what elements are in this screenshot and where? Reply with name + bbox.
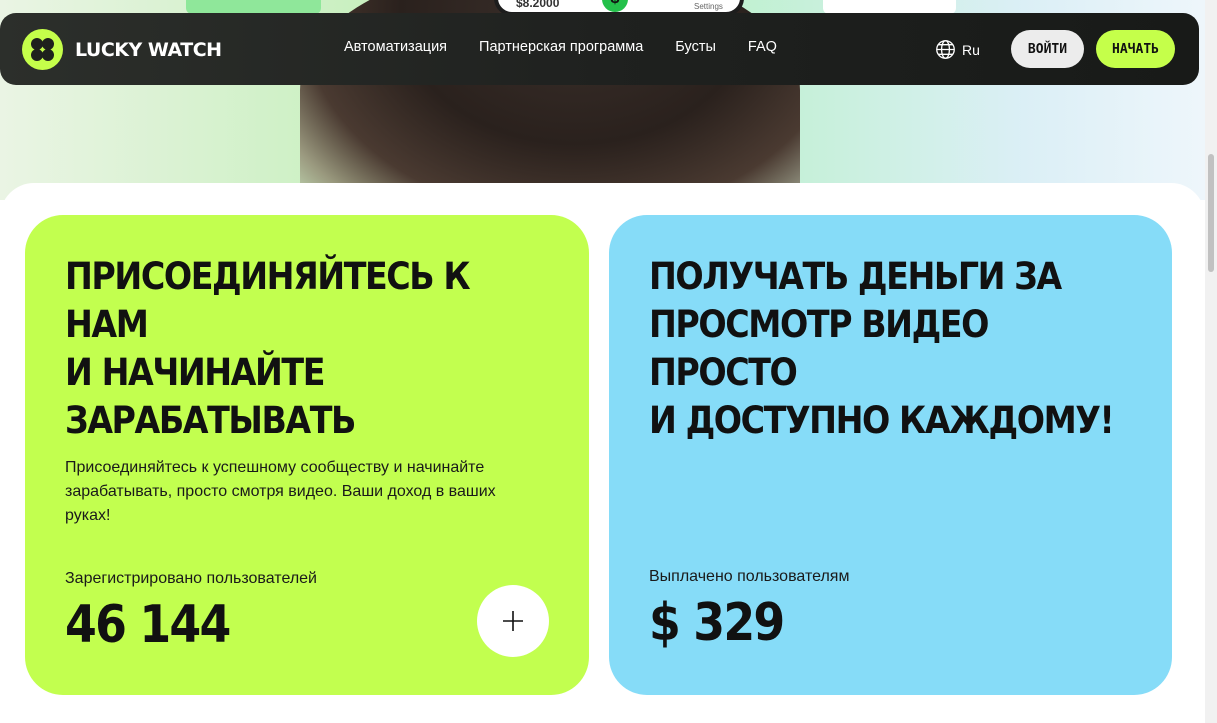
nav-link-automation[interactable]: Автоматизация (344, 39, 447, 55)
registered-users-count: 46 144 (65, 595, 231, 655)
paid-out-amount: $ 329 (649, 593, 785, 653)
title-line: И ДОСТУПНО КАЖДОМУ! (649, 399, 1115, 442)
nav-link-boosts[interactable]: Бусты (675, 39, 716, 55)
join-card-description: Присоединяйтесь к успешному сообществу и… (65, 459, 496, 524)
phone-settings-label: Settings (694, 2, 723, 11)
dollar-coin-icon: $ (602, 0, 628, 12)
phone-balance: $8.2000 (516, 0, 560, 10)
title-line: ПОЛУЧАТЬ ДЕНЬГИ ЗА (649, 255, 1062, 298)
start-button[interactable]: НАЧАТЬ (1096, 30, 1175, 68)
hero-decor-chip (823, 0, 956, 14)
paid-out-label: Выплачено пользователям (649, 568, 850, 585)
join-card-title: ПРИСОЕДИНЯЙТЕСЬ К НАМ И НАЧИНАЙТЕ ЗАРАБА… (65, 253, 488, 445)
title-line: ПРИСОЕДИНЯЙТЕСЬ К (65, 255, 471, 298)
scrollbar-thumb[interactable] (1208, 154, 1214, 272)
login-button[interactable]: ВОЙТИ (1011, 30, 1084, 68)
globe-icon (936, 40, 955, 59)
earnings-card-title: ПОЛУЧАТЬ ДЕНЬГИ ЗА ПРОСМОТР ВИДЕО ПРОСТО… (649, 253, 1135, 445)
earnings-card: ПОЛУЧАТЬ ДЕНЬГИ ЗА ПРОСМОТР ВИДЕО ПРОСТО… (609, 215, 1172, 695)
language-label: Ru (962, 41, 980, 58)
nav-link-faq[interactable]: FAQ (748, 39, 777, 55)
top-navbar: LUCKY WATCH Автоматизация Партнерская пр… (0, 13, 1199, 85)
title-line: ЗАРАБАТЫВАТЬ (65, 399, 356, 442)
expand-button[interactable] (477, 585, 549, 657)
logo-text: LUCKY WATCH (75, 38, 222, 61)
hero-decor-chip (186, 0, 321, 14)
language-selector[interactable]: Ru (935, 39, 980, 60)
plus-icon (503, 611, 523, 631)
scrollbar-track[interactable] (1205, 0, 1217, 723)
title-line: И НАЧИНАЙТЕ (65, 351, 325, 394)
clover-icon (22, 29, 63, 70)
title-line: ПРОСМОТР ВИДЕО ПРОСТО (649, 303, 989, 394)
nav-link-partner-program[interactable]: Партнерская программа (479, 39, 643, 55)
nav-links: Автоматизация Партнерская программа Буст… (344, 39, 777, 55)
registered-users-label: Зарегистрировано пользователей (65, 570, 317, 587)
join-card: ПРИСОЕДИНЯЙТЕСЬ К НАМ И НАЧИНАЙТЕ ЗАРАБА… (25, 215, 589, 695)
logo[interactable]: LUCKY WATCH (22, 29, 222, 70)
title-line: НАМ (65, 303, 149, 346)
